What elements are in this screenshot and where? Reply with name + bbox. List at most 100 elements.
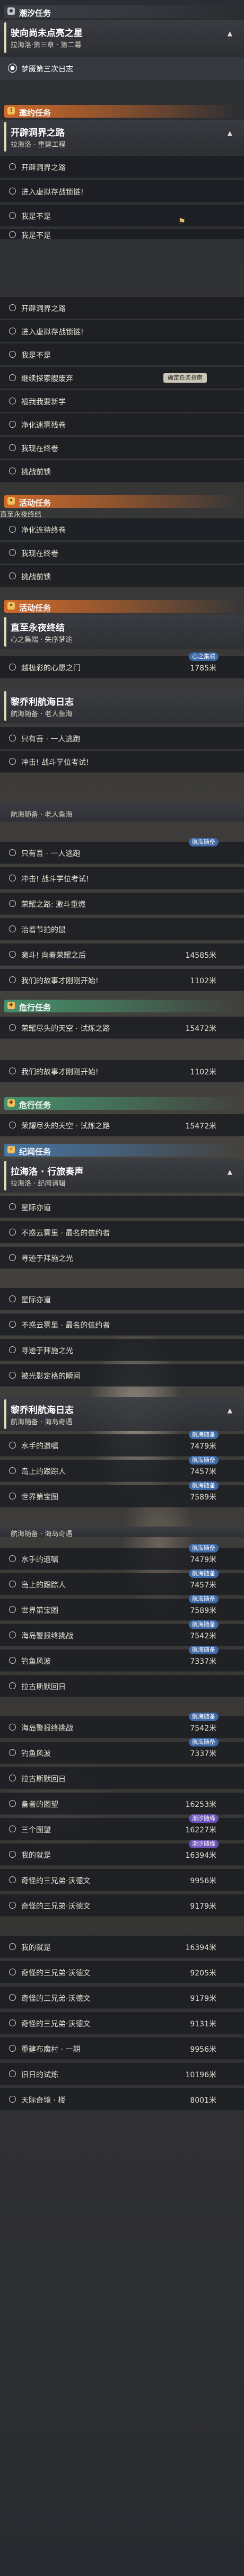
chevron-up-icon[interactable]: ▲ (228, 30, 232, 37)
task-row[interactable]: 钓鱼风波 航海随备 7337米 (0, 1738, 244, 1764)
quest-card-endless[interactable]: 直至永夜终结 心之集端 · 失序梦途 (0, 615, 244, 649)
task-row[interactable]: 寻迹于拜施之光 (0, 1247, 244, 1269)
radio-icon (9, 976, 16, 983)
task-row[interactable]: 星际亦道 (0, 1288, 244, 1310)
task-label: 我现在终卷 (21, 550, 58, 558)
section-header-tidal[interactable]: ◆ 潮汐任务 (0, 1, 244, 20)
task-row[interactable]: 我是不是 (0, 343, 244, 366)
quest-card-voyage-collapsed[interactable]: 航海随备 · 老人鱼海 (0, 804, 244, 822)
task-row[interactable]: 只有吾 · 一人逃跑 (0, 727, 244, 749)
source-pill: 航海随备 (189, 1456, 219, 1465)
distance: 7589米 (190, 1493, 216, 1502)
task-row[interactable]: 我是不是 ⚑ (0, 205, 244, 227)
task-label: 进入虚拟存战锁链! (21, 188, 84, 197)
task-row-partial[interactable]: 我是不是 (0, 229, 244, 240)
quest-card-voyage2[interactable]: 黎乔利航海日志 航海随备 · 海岛奇遇 ▲ (0, 1397, 244, 1431)
task-row[interactable]: 不惑云雾里 · 最名的信约者 (0, 1221, 244, 1243)
task-row[interactable]: 我们的故事才刚刚开始! 1102米 (0, 969, 244, 991)
chevron-up-icon[interactable]: ▲ (228, 1407, 232, 1414)
task-row[interactable]: 不惑云雾里 · 最名的信约者 (0, 1313, 244, 1336)
task-row[interactable]: 净化迷雾残卷 (0, 413, 244, 436)
task-row[interactable]: 奇怪的三兄弟·沃德文 9179米 (0, 1987, 244, 2009)
task-row[interactable]: 水手的遗嘱 航海随备 7479米 (0, 1544, 244, 1570)
radio-icon (9, 421, 16, 428)
quest-card-voyage[interactable]: 黎乔利航海日志 航海随备 · 老人鱼海 (0, 689, 244, 723)
section-header-side[interactable]: ! 邀约任务 (0, 101, 244, 120)
radio-icon (9, 1346, 16, 1353)
task-row[interactable]: 梦魇第三次日志 (0, 57, 244, 80)
radio-icon (9, 1229, 16, 1236)
task-row[interactable]: 我们的故事才刚刚开始! 1102米 (0, 1060, 244, 1082)
radio-icon (9, 572, 16, 579)
section-header-activity[interactable]: ✦ 活动任务 (0, 491, 244, 510)
task-row[interactable]: 开辟洞界之路 (0, 297, 244, 319)
radio-icon (9, 188, 16, 195)
task-row[interactable]: 重建布魔村 · 一期 9956米 (0, 2037, 244, 2060)
task-label: 荣耀尽头的天空 · 试炼之路 (21, 1122, 110, 1131)
task-row[interactable]: 治着节拍的鼠 (0, 918, 244, 940)
task-row[interactable]: 奇怪的三兄弟·沃德文 9179米 (0, 1894, 244, 1917)
task-row[interactable]: 只有吾 · 一人逃跑 航海随备 (0, 838, 244, 864)
task-row[interactable]: 挑战前锁 (0, 565, 244, 587)
distance: 15472米 (185, 1122, 216, 1131)
task-row[interactable]: 激斗! 向着荣耀之后 14585米 (0, 943, 244, 966)
task-row[interactable]: 我现在终卷 (0, 542, 244, 564)
task-row[interactable]: 开辟洞界之路 (0, 156, 244, 178)
task-row[interactable]: 天际奇境 · 楼 8001米 (0, 2088, 244, 2111)
task-row[interactable]: 奇怪的三兄弟·沃德文 9205米 (0, 1961, 244, 1983)
task-label: 不惑云雾里 · 最名的信约者 (21, 1229, 110, 1238)
radio-icon (9, 2045, 16, 2052)
task-row[interactable]: 被光影定格的瞬间 (0, 1364, 244, 1387)
task-row[interactable]: 继续探索艘废弃 确定任务指南 (0, 367, 244, 389)
section-header-hunt-2[interactable]: ✚ 危行任务 (0, 1093, 244, 1112)
task-row[interactable]: 海岛警报终挑战 航海随备 7542米 (0, 1713, 244, 1739)
task-row[interactable]: 我的就是 16394米 (0, 1936, 244, 1958)
task-row[interactable]: 世界第宝图 航海随备 7589米 (0, 1595, 244, 1621)
task-row[interactable]: 水手的遗嘱 航海随备 7479米 (0, 1431, 244, 1457)
task-row[interactable]: 进入虚拟存战锁链! (0, 320, 244, 342)
task-row[interactable]: 星际亦道 (0, 1196, 244, 1218)
task-row[interactable]: 三个图望 潮汐随缘 16227米 (0, 1814, 244, 1840)
radio-icon (9, 1581, 16, 1587)
task-row[interactable]: 荣耀尽头的天空 · 试炼之路 15472米 (0, 1017, 244, 1039)
radio-icon (9, 1682, 16, 1689)
task-row[interactable]: 旧日的试炼 10196米 (0, 2063, 244, 2085)
task-row[interactable]: 奇怪的三兄弟·沃德文 9956米 (0, 1869, 244, 1891)
task-row[interactable]: 挑战前锁 (0, 460, 244, 482)
task-row[interactable]: 荣耀之路: 激斗重燃 (0, 893, 244, 915)
task-row[interactable]: 冲击! 战斗学位考试! (0, 751, 244, 773)
task-row[interactable]: 拉古斯默回日 (0, 1767, 244, 1789)
quest-card-voyage2-collapsed[interactable]: 航海随备 · 海岛奇遇 (0, 1527, 244, 1538)
task-row[interactable]: 奇怪的三兄弟·沃德文 9131米 (0, 2012, 244, 2034)
radio-icon (9, 398, 16, 404)
task-label: 星际亦道 (21, 1296, 51, 1304)
activity-icon: ✦ (7, 497, 15, 505)
chevron-up-icon[interactable]: ▲ (228, 129, 232, 137)
task-row[interactable]: 钓鱼风波 航海随备 7337米 (0, 1646, 244, 1672)
section-header-hunt[interactable]: ✚ 危行任务 (0, 995, 244, 1014)
distance: 8001米 (190, 2096, 216, 2105)
quest-card-pioneer[interactable]: 开辟洞界之路 拉海洛 · 重建工程 ▲ (0, 120, 244, 154)
task-row[interactable]: 福我我要新学 (0, 390, 244, 412)
task-row[interactable]: 冲击! 战斗学位考试! (0, 867, 244, 889)
section-header-epic[interactable]: ✧ 纪闻任务 (0, 1140, 244, 1159)
task-row[interactable]: 荣耀尽头的天空 · 试炼之路 15472米 (0, 1114, 244, 1136)
quest-card-lahailuo[interactable]: 拉海洛 · 行旅奏声 拉海洛 · 纪闻请辑 ▲ (0, 1159, 244, 1193)
quest-card-tidal[interactable]: 驶向尚未点亮之星 拉海洛·第三章 · 第二幕 ▲ (0, 20, 244, 55)
task-row[interactable]: 拉古斯默回日 (0, 1675, 244, 1697)
task-row[interactable]: 海岛警报终挑战 航海随备 7542米 (0, 1620, 244, 1646)
track-tag[interactable]: 确定任务指南 (163, 373, 207, 383)
task-row[interactable]: 越极彩的心愿之门 心之集端 1785米 (0, 652, 244, 678)
task-row[interactable]: 岛上的跟踪人 航海随备 7457米 (0, 1569, 244, 1595)
task-row[interactable]: 寻迹于拜施之光 (0, 1339, 244, 1361)
chevron-up-icon[interactable]: ▲ (228, 1168, 232, 1176)
section-header-activity-2[interactable]: ✦ 活动任务 (0, 596, 244, 615)
task-row[interactable]: 岛上的跟踪人 航海随备 7457米 (0, 1456, 244, 1482)
task-row[interactable]: 我现在终卷 (0, 437, 244, 459)
task-row[interactable]: 我的就是 潮汐随缘 16394米 (0, 1840, 244, 1866)
task-row[interactable]: 净化连待终卷 (0, 518, 244, 541)
task-row[interactable]: 备者的图望 16253米 (0, 1793, 244, 1815)
distance: 1102米 (190, 1068, 216, 1077)
task-row[interactable]: 世界第宝图 航海随备 7589米 (0, 1481, 244, 1507)
task-row[interactable]: 进入虚拟存战锁链! (0, 180, 244, 202)
